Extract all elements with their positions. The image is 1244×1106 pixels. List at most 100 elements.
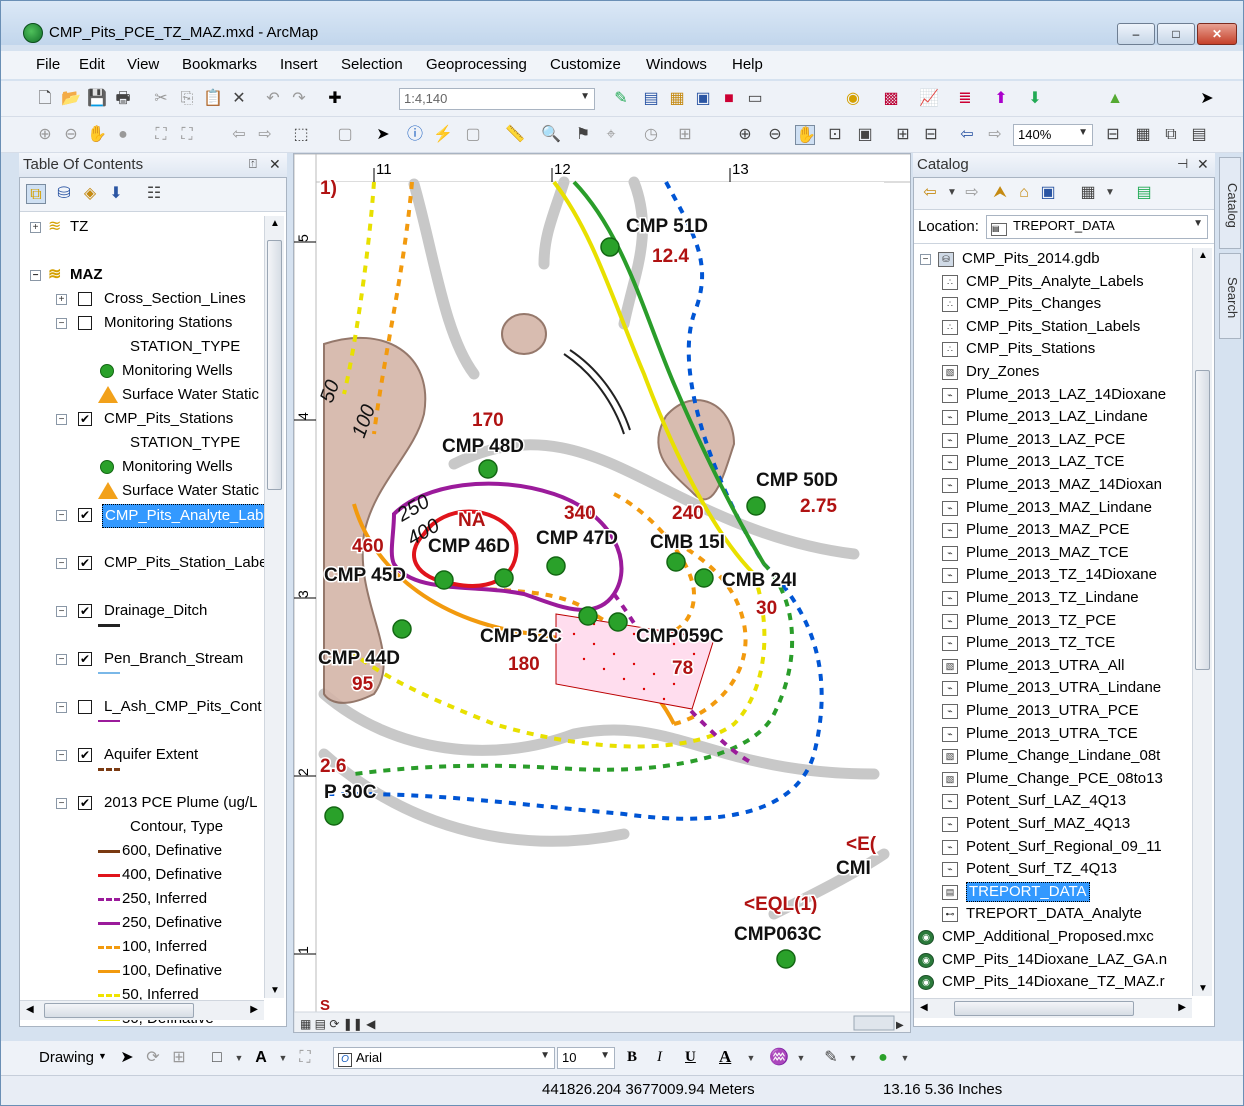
back-icon[interactable]: ⇦ <box>920 183 940 203</box>
scroll-down-icon[interactable]: ▼ <box>270 985 280 996</box>
delete-icon[interactable]: ✕ <box>229 89 249 109</box>
scroll-right-icon[interactable]: ▶ <box>250 1004 258 1015</box>
menu-geoprocessing[interactable]: Geoprocessing <box>426 56 527 73</box>
collapse-icon[interactable]: − <box>56 414 67 425</box>
collapse-icon[interactable]: − <box>30 270 41 281</box>
toc-layer-cmp-pits-analyte-labels[interactable]: − ✔ CMP_Pits_Analyte_Lab <box>56 504 278 528</box>
catalog-side-tab[interactable]: Catalog <box>1219 157 1241 249</box>
visibility-checkbox-checked[interactable]: ✔ <box>78 796 92 810</box>
rectangle-icon[interactable]: □ <box>207 1048 227 1068</box>
data-driven-pages-icon[interactable]: ▤ <box>1189 125 1209 145</box>
text-tool-icon[interactable]: A <box>251 1048 271 1068</box>
close-panel-icon[interactable]: ✕ <box>1197 156 1209 173</box>
toc-horizontal-scrollbar[interactable]: ◀ ▶ <box>20 1000 264 1020</box>
list-by-drawing-order-icon[interactable]: ⧉ <box>26 184 46 204</box>
close-button[interactable]: ✕ <box>1197 23 1237 45</box>
menu-customize[interactable]: Customize <box>550 56 621 73</box>
catalog-vertical-scrollbar[interactable]: ▲ ▼ <box>1192 248 1212 996</box>
clear-selection-icon[interactable]: ▢ <box>335 125 355 145</box>
list-by-visibility-icon[interactable]: ◈ <box>80 184 100 204</box>
font-color-button[interactable]: A <box>719 1047 731 1067</box>
font-combo[interactable]: O Arial ▼ <box>333 1047 555 1069</box>
chevron-down-icon[interactable]: ▼ <box>791 1048 811 1068</box>
menu-help[interactable]: Help <box>732 56 763 73</box>
full-extent-icon[interactable]: ● <box>113 125 133 145</box>
chevron-down-icon[interactable]: ▼ <box>1100 183 1120 203</box>
chevron-down-icon[interactable]: ▼ <box>229 1048 249 1068</box>
collapse-icon[interactable]: − <box>56 510 67 521</box>
measure-icon[interactable]: 📏 <box>505 125 525 145</box>
identify-icon[interactable]: ⓘ <box>405 125 425 145</box>
zoom-out-icon[interactable]: ⊖ <box>61 125 81 145</box>
menu-edit[interactable]: Edit <box>79 56 105 73</box>
layers-tool-icon[interactable]: ≣ <box>955 89 975 109</box>
arctoolbox-icon[interactable]: ■ <box>719 89 739 109</box>
map-scale-combo[interactable]: 1:4,140 ▼ <box>399 88 595 110</box>
line-color-icon[interactable]: ✎ <box>821 1048 841 1068</box>
menu-insert[interactable]: Insert <box>280 56 318 73</box>
collapse-icon[interactable]: − <box>920 254 931 265</box>
next-extent-layout-icon[interactable]: ⇨ <box>985 125 1005 145</box>
visibility-checkbox-checked[interactable]: ✔ <box>78 748 92 762</box>
bold-button[interactable]: B <box>627 1049 637 1066</box>
fill-color-icon[interactable]: ♒ <box>769 1048 789 1068</box>
create-viewer-icon[interactable]: ⊞ <box>675 125 695 145</box>
up-one-level-icon[interactable]: ⮝ <box>990 183 1010 203</box>
search-side-tab[interactable]: Search <box>1219 253 1241 339</box>
visibility-checkbox[interactable] <box>78 292 92 306</box>
focus-data-frame-icon[interactable]: ▦ <box>1133 125 1153 145</box>
find-route-icon[interactable]: ⚑ <box>573 125 593 145</box>
model-builder-icon[interactable]: ◉ <box>843 89 863 109</box>
menu-selection[interactable]: Selection <box>341 56 403 73</box>
scroll-thumb[interactable] <box>44 1003 194 1018</box>
graph-tool-icon[interactable]: 📈 <box>919 89 939 109</box>
drawing-menu[interactable]: Drawing <box>39 1049 94 1066</box>
pin-icon[interactable]: ⍐ <box>249 156 257 172</box>
python-window-icon[interactable]: ▭ <box>745 89 765 109</box>
download-tool-icon[interactable]: ⬇ <box>1025 89 1045 109</box>
search-window-icon[interactable]: ▣ <box>693 89 713 109</box>
scroll-down-icon[interactable]: ▼ <box>1198 983 1208 994</box>
forward-extent-icon[interactable]: ⇨ <box>255 125 275 145</box>
select-elements-icon[interactable]: ➤ <box>117 1048 137 1068</box>
connect-folder-icon[interactable]: ▣ <box>1038 183 1058 203</box>
redo-icon[interactable]: ↷ <box>289 89 309 109</box>
chevron-down-icon[interactable]: ▼ <box>98 1051 107 1061</box>
fixed-zoom-in-icon[interactable]: ⛶ <box>151 125 171 145</box>
list-by-source-icon[interactable]: ⛁ <box>54 184 74 204</box>
scroll-up-icon[interactable]: ▲ <box>270 218 280 229</box>
fixed-zoom-out-layout-icon[interactable]: ⊟ <box>921 125 941 145</box>
save-icon[interactable]: 💾 <box>87 89 107 109</box>
expand-icon[interactable]: + <box>30 222 41 233</box>
zoom-whole-page-icon[interactable]: ⊡ <box>825 125 845 145</box>
close-panel-icon[interactable]: ✕ <box>269 156 281 173</box>
fixed-zoom-in-layout-icon[interactable]: ⊞ <box>893 125 913 145</box>
chevron-down-icon[interactable]: ▼ <box>741 1048 761 1068</box>
visibility-checkbox-checked[interactable]: ✔ <box>78 556 92 570</box>
go-to-xy-icon[interactable]: ⌖ <box>601 125 621 145</box>
collapse-icon[interactable]: − <box>56 798 67 809</box>
paste-icon[interactable]: 📋 <box>203 89 223 109</box>
cut-icon[interactable]: ✂ <box>151 89 171 109</box>
catalog-window-icon[interactable]: ▦ <box>667 89 687 109</box>
rotate-icon[interactable]: ⟳ <box>143 1048 163 1068</box>
toggle-draft-icon[interactable]: ⊟ <box>1103 125 1123 145</box>
select-features-icon[interactable]: ⬚ <box>291 125 311 145</box>
catalog-horizontal-scrollbar[interactable]: ◀ ▶ <box>914 998 1192 1018</box>
menu-bookmarks[interactable]: Bookmarks <box>182 56 257 73</box>
select-elements-icon[interactable]: ➤ <box>1197 89 1217 109</box>
time-slider-icon[interactable]: ◷ <box>641 125 661 145</box>
open-folder-icon[interactable]: 📂 <box>61 89 81 109</box>
upload-tool-icon[interactable]: ⬆ <box>991 89 1011 109</box>
scroll-up-icon[interactable]: ▲ <box>1198 250 1208 261</box>
new-document-icon[interactable]: 🗋 <box>35 89 55 109</box>
scroll-thumb[interactable] <box>954 1001 1134 1016</box>
map-canvas[interactable]: 11 12 13 5 4 3 2 1 50 100 250 400 CMP 51… <box>294 154 911 1033</box>
collapse-icon[interactable]: − <box>56 606 67 617</box>
editor-toolbar-icon[interactable]: ✎ <box>611 89 631 109</box>
forward-icon[interactable]: ⇨ <box>962 183 982 203</box>
maximize-button[interactable]: □ <box>1157 23 1195 45</box>
collapse-icon[interactable]: − <box>56 750 67 761</box>
scroll-thumb[interactable] <box>267 240 282 490</box>
table-of-contents-icon[interactable]: ▤ <box>641 89 661 109</box>
